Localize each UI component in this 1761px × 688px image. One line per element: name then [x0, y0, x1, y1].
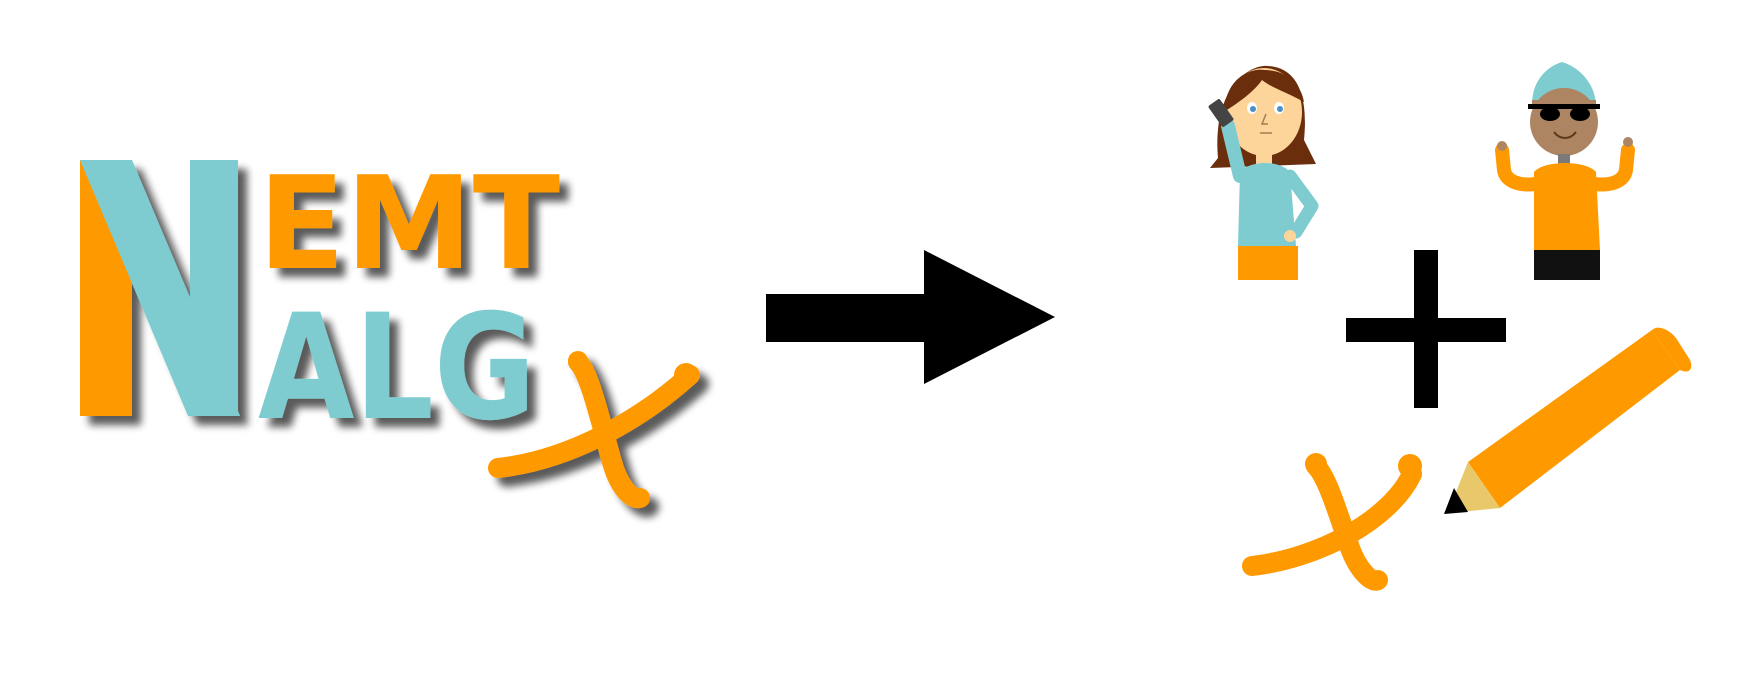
right-arrow-icon: [766, 250, 1055, 384]
pencil-icon: [1444, 327, 1692, 514]
illustration-canvas: N EMT ALG: [0, 0, 1761, 684]
nemt-nalg-logo: N EMT ALG: [80, 150, 700, 509]
logo-letter-n: N: [80, 160, 240, 416]
illustration-svg: N EMT ALG: [80, 62, 1692, 591]
script-x-icon: [1242, 453, 1422, 591]
man-cap-sunglasses-icon: [1495, 62, 1635, 280]
logo-word-alg: ALG: [258, 283, 536, 453]
plus-icon: [1346, 250, 1506, 408]
woman-phone-icon: [1208, 65, 1319, 280]
logo-word-emt: EMT: [258, 150, 560, 299]
